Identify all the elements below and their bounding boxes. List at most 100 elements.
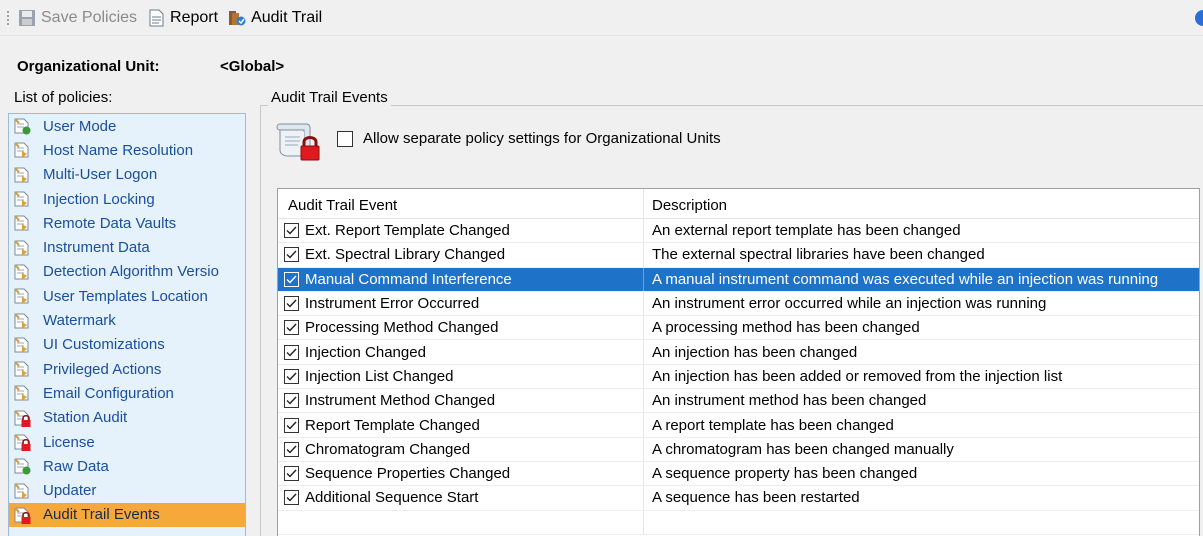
event-enabled-checkbox[interactable] [284, 417, 299, 433]
event-enabled-checkbox[interactable] [284, 223, 299, 239]
cell-event: Instrument Error Occurred [278, 291, 644, 316]
cell-event: Ext. Report Template Changed [278, 219, 644, 243]
organizational-unit-row: Organizational Unit: <Global> [17, 58, 284, 75]
organizational-unit-label: Organizational Unit: [17, 58, 160, 75]
audit-trail-label: Audit Trail [251, 8, 323, 26]
cell-description: An injection has been added or removed f… [652, 367, 1063, 385]
help-icon[interactable] [1195, 10, 1203, 26]
event-name: Additional Sequence Start [305, 489, 479, 507]
policy-item[interactable]: Multi-User Logon [9, 163, 245, 187]
policy-item[interactable]: Updater [9, 478, 245, 502]
policy-item-label: Updater [43, 482, 97, 500]
toolbar-grip[interactable] [6, 9, 10, 26]
cell-description: A sequence property has been changed [652, 465, 918, 483]
policy-item[interactable]: Raw Data [9, 454, 245, 478]
policies-caption: List of policies: [14, 89, 113, 106]
policy-item[interactable]: Watermark [9, 308, 245, 332]
policy-item-label: User Mode [43, 117, 117, 135]
policy-item[interactable]: Privileged Actions [9, 357, 245, 381]
event-name: Report Template Changed [305, 416, 480, 434]
event-name: Sequence Properties Changed [305, 465, 511, 483]
event-name: Injection Changed [305, 343, 426, 361]
policy-list[interactable]: User Mode Host Name Resolution Multi-User … [8, 113, 246, 536]
policy-item[interactable]: Instrument Data [9, 235, 245, 259]
event-enabled-checkbox[interactable] [284, 247, 299, 263]
policy-item[interactable]: Host Name Resolution [9, 138, 245, 162]
table-row[interactable]: Chromatogram Changed A chromatogram has b… [278, 437, 1199, 462]
event-enabled-checkbox[interactable] [284, 320, 299, 336]
cell-description: An injection has been changed [652, 343, 858, 361]
table-row[interactable]: Instrument Method Changed An instrument m… [278, 389, 1199, 414]
column-header-description[interactable]: Description [644, 189, 727, 218]
cell-event: Chromatogram Changed [278, 437, 644, 461]
table-row[interactable]: Sequence Properties Changed A sequence pr… [278, 461, 1199, 487]
cell-event: Injection Changed [278, 340, 644, 364]
event-enabled-checkbox[interactable] [284, 344, 299, 360]
cell-description: A processing method has been changed [652, 319, 920, 337]
allow-separate-policy-row[interactable]: Allow separate policy settings for Organ… [337, 130, 721, 147]
event-enabled-checkbox[interactable] [284, 490, 299, 506]
cell-description: A sequence has been restarted [652, 489, 860, 507]
cell-description: An instrument error occurred while an in… [652, 295, 1047, 313]
grid-header: Audit Trail Event Description [278, 189, 1199, 219]
policy-item[interactable]: User Mode [9, 114, 245, 138]
table-row[interactable]: Report Template Changed A report template… [278, 413, 1199, 438]
policy-icon [14, 312, 29, 329]
save-policies-button[interactable]: Save Policies [18, 9, 137, 27]
audit-trail-event-grid[interactable]: Audit Trail Event Description Ext. Repor… [277, 188, 1200, 536]
table-row[interactable]: Manual Command Interference A manual inst… [278, 267, 1199, 292]
save-policies-label: Save Policies [41, 8, 138, 26]
event-enabled-checkbox[interactable] [284, 466, 299, 482]
policy-item[interactable]: User Templates Location [9, 284, 245, 308]
policy-item[interactable]: License [9, 430, 245, 454]
policy-item-label: Station Audit [43, 409, 128, 427]
policy-item[interactable]: Injection Locking [9, 187, 245, 211]
policy-lock-icon [14, 409, 31, 427]
policy-item[interactable]: Audit Trail Events [9, 502, 245, 528]
event-name: Chromatogram Changed [305, 440, 471, 458]
cell-description: A manual instrument command was executed… [652, 270, 1159, 288]
policy-item-label: Multi-User Logon [43, 166, 158, 184]
policy-item-label: Email Configuration [43, 384, 174, 402]
cell-description: The external spectral libraries have bee… [652, 246, 985, 264]
table-row[interactable]: Processing Method Changed A processing me… [278, 316, 1199, 341]
table-row[interactable]: Injection Changed An injection has been c… [278, 340, 1199, 365]
audit-trail-icon [229, 10, 246, 25]
policy-item[interactable]: UI Customizations [9, 333, 245, 357]
organizational-unit-value: <Global> [220, 58, 285, 75]
allow-separate-policy-checkbox[interactable] [337, 130, 353, 147]
allow-separate-policy-label: Allow separate policy settings for Organ… [363, 130, 721, 147]
cell-event: Additional Sequence Start [278, 486, 644, 510]
cell-description: A report template has been changed [652, 416, 894, 434]
event-name: Instrument Method Changed [305, 392, 496, 410]
policy-green-icon [14, 118, 31, 135]
event-enabled-checkbox[interactable] [284, 271, 299, 287]
cell-description: An external report template has been cha… [652, 222, 961, 240]
policy-green-icon [14, 458, 31, 475]
toolbar: Save Policies Report Audit Trail [0, 0, 1203, 36]
policy-item[interactable]: Remote Data Vaults [9, 211, 245, 235]
event-enabled-checkbox[interactable] [284, 393, 299, 409]
cell-description-empty [644, 511, 652, 534]
table-row[interactable]: Ext. Spectral Library Changed The externa… [278, 243, 1199, 268]
policy-lock-icon [276, 123, 320, 161]
cell-event-empty [278, 510, 644, 534]
policy-item[interactable]: Email Configuration [9, 381, 245, 405]
event-enabled-checkbox[interactable] [284, 441, 299, 457]
event-enabled-checkbox[interactable] [284, 368, 299, 384]
policy-item[interactable]: Station Audit [9, 406, 245, 430]
empty-row[interactable] [278, 510, 1199, 535]
policy-icon [14, 215, 29, 232]
grid-body: Ext. Report Template Changed An external … [278, 219, 1199, 535]
table-row[interactable]: Additional Sequence Start A sequence has … [278, 486, 1199, 511]
table-row[interactable]: Instrument Error Occurred An instrument e… [278, 291, 1199, 317]
audit-trail-button[interactable]: Audit Trail [228, 9, 322, 27]
column-header-event[interactable]: Audit Trail Event [278, 189, 644, 218]
policy-icon [14, 239, 29, 256]
policy-item[interactable]: Detection Algorithm Versio [9, 260, 245, 284]
report-button[interactable]: Report [147, 9, 218, 27]
event-enabled-checkbox[interactable] [284, 296, 299, 312]
table-row[interactable]: Ext. Report Template Changed An external … [278, 219, 1199, 244]
table-row[interactable]: Injection List Changed An injection has b… [278, 364, 1199, 390]
policy-icon [14, 482, 29, 499]
